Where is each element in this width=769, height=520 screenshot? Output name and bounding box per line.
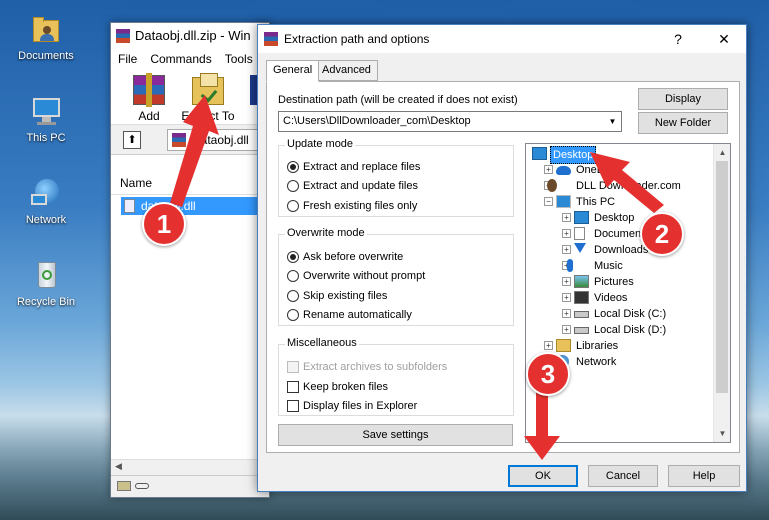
callout-3: 3 [526, 352, 570, 396]
annotation-arrows [170, 95, 664, 460]
callout-2: 2 [640, 212, 684, 256]
arrow-2 [590, 152, 664, 213]
arrow-1 [170, 95, 219, 207]
arrow-3 [524, 392, 560, 460]
callout-1: 1 [142, 202, 186, 246]
